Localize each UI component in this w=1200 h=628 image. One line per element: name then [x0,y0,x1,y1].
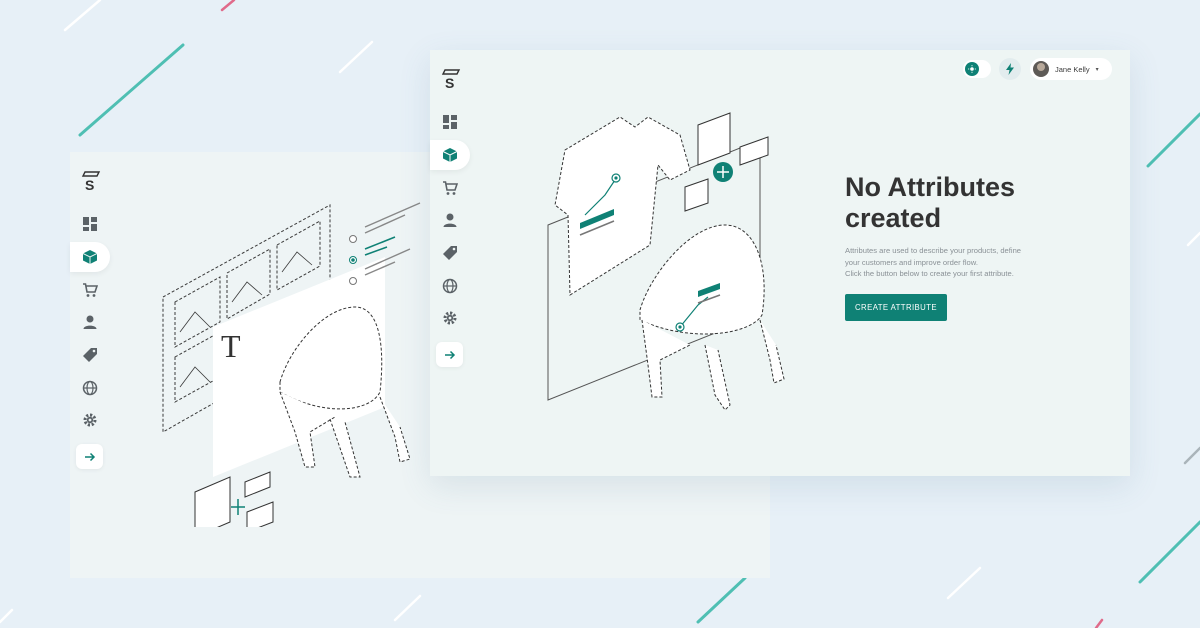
description-line1: Attributes are used to describe your pro… [845,246,1022,255]
sidebar-item-translations[interactable] [70,373,110,403]
cube-icon [82,250,98,264]
sidebar-item-customers[interactable] [430,205,470,235]
logo-letter: S [445,75,455,91]
sidebar-item-discounts[interactable] [430,238,470,268]
sidebar-item-translations[interactable] [430,271,470,301]
user-menu[interactable]: Jane Kelly ▾ [1030,58,1112,80]
user-icon [443,213,457,227]
sidebar-item-customers[interactable] [70,307,110,337]
sidebar-item-home[interactable] [430,107,470,137]
sidebar-item-configuration[interactable] [430,303,470,333]
cube-icon [442,148,458,162]
text-tool-glyph: T [221,328,241,364]
chevron-down-icon: ▾ [1095,66,1099,73]
dashboard-window: S Jane Kelly ▾ No Attributes created Att… [430,50,1130,476]
cart-icon [443,181,458,195]
sun-icon [965,62,979,76]
dashboard-icon [443,115,457,129]
dashboard-icon [83,217,97,231]
description-line2: your customers and improve order flow. [845,257,978,267]
arrow-right-icon [444,350,455,359]
globe-icon [82,380,98,396]
cart-icon [83,283,98,297]
page-title: No Attributes created [845,172,1085,234]
sidebar: S [430,50,470,476]
empty-state-description: Attributes are used to describe your pro… [845,245,1060,280]
navigator-button[interactable] [999,58,1021,80]
globe-icon [442,278,458,294]
sidebar-item-catalog[interactable] [430,140,470,170]
arrow-right-icon [84,452,95,461]
page-title-line2: created [845,203,942,233]
page-title-line1: No Attributes [845,172,1015,202]
sidebar-item-catalog[interactable] [70,242,110,272]
sidebar-expand-button[interactable] [76,444,103,469]
tag-icon [443,246,457,260]
sidebar-item-orders[interactable] [70,275,110,305]
logo-letter: S [85,177,95,193]
create-attribute-button[interactable]: CREATE ATTRIBUTE [845,294,947,321]
attributes-illustration [547,112,785,411]
back-sidebar: S [70,152,110,578]
description-line3: Click the button below to create your fi… [845,269,1014,278]
sidebar-item-discounts[interactable] [70,340,110,370]
tag-icon [83,348,97,362]
sidebar-expand-button[interactable] [436,342,463,367]
sidebar-item-orders[interactable] [430,173,470,203]
gear-icon [83,413,97,427]
sidebar-item-configuration[interactable] [70,405,110,435]
saleor-logo: S [80,170,102,194]
avatar [1033,61,1049,77]
lightning-icon [1006,63,1014,75]
gear-icon [443,311,457,325]
user-name: Jane Kelly [1055,64,1090,74]
theme-toggle[interactable] [963,60,991,78]
sidebar-item-home[interactable] [70,209,110,239]
user-icon [83,315,97,329]
saleor-logo: S [440,68,462,92]
